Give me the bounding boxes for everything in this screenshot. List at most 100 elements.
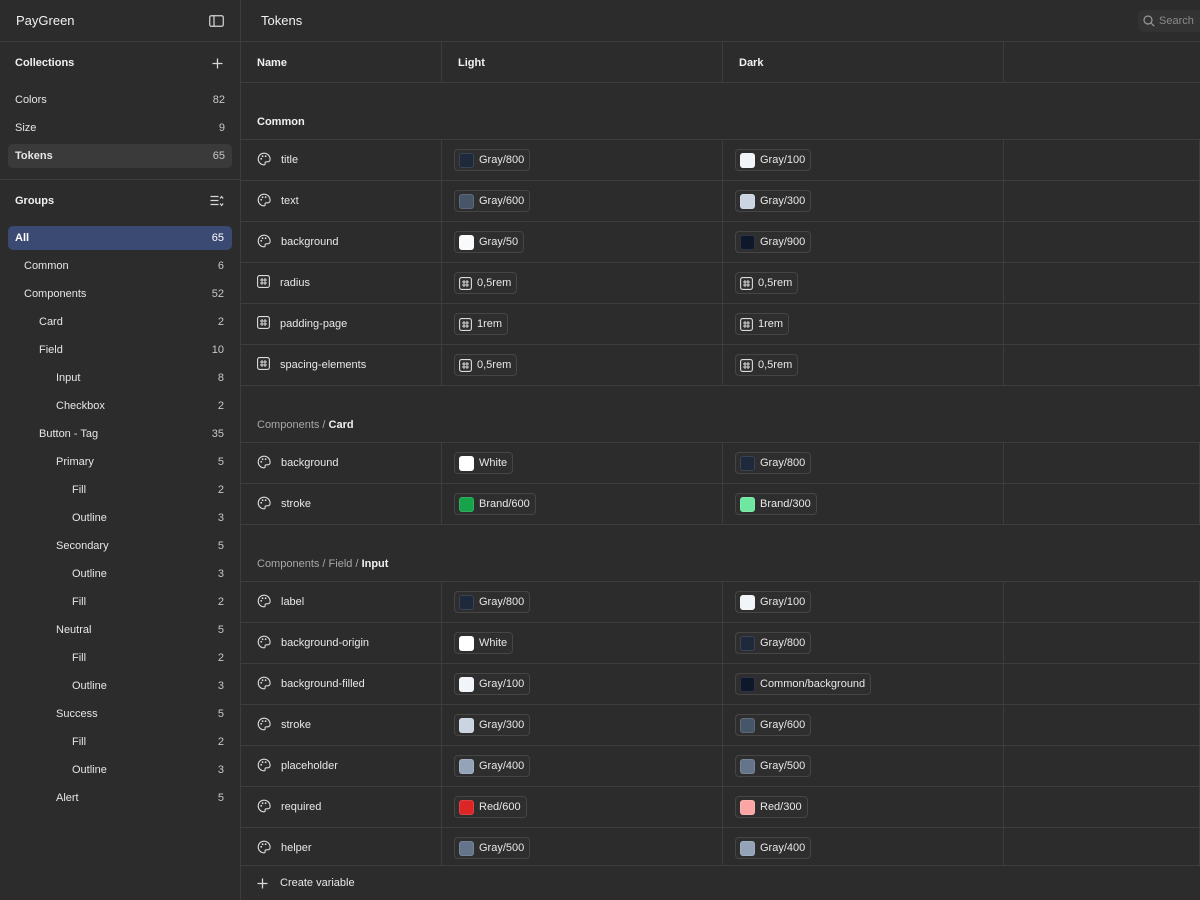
variable-name-cell[interactable]: label: [241, 582, 442, 622]
light-value-cell[interactable]: Gray/800: [442, 582, 723, 622]
variable-name-cell[interactable]: text: [241, 181, 442, 221]
dark-value-cell[interactable]: Gray/800: [723, 443, 1004, 483]
value-chip[interactable]: Gray/500: [735, 755, 812, 777]
value-chip[interactable]: 1rem: [454, 313, 509, 335]
variable-row[interactable]: placeholder Gray/400 Gray/500: [241, 746, 1200, 787]
dark-value-cell[interactable]: Gray/400: [723, 828, 1004, 868]
dark-value-cell[interactable]: Common/background: [723, 664, 1004, 704]
dark-value-cell[interactable]: Gray/100: [723, 582, 1004, 622]
light-value-cell[interactable]: Gray/500: [442, 828, 723, 868]
value-chip[interactable]: Brand/300: [735, 493, 817, 515]
value-chip[interactable]: Gray/300: [735, 190, 812, 212]
variable-name-cell[interactable]: background: [241, 222, 442, 262]
light-value-cell[interactable]: White: [442, 443, 723, 483]
variable-name-cell[interactable]: placeholder: [241, 746, 442, 786]
dark-value-cell[interactable]: Brand/300: [723, 484, 1004, 524]
light-value-cell[interactable]: Gray/50: [442, 222, 723, 262]
column-header-dark[interactable]: Dark: [723, 42, 1004, 83]
value-chip[interactable]: 0,5rem: [454, 354, 518, 376]
variable-name-cell[interactable]: padding-page: [241, 304, 442, 344]
group-item-fill[interactable]: Fill 2: [8, 730, 232, 754]
group-item-outline[interactable]: Outline 3: [8, 758, 232, 782]
dark-value-cell[interactable]: Gray/300: [723, 181, 1004, 221]
variable-name-cell[interactable]: required: [241, 787, 442, 827]
variable-row[interactable]: helper Gray/500 Gray/400: [241, 828, 1200, 869]
dark-value-cell[interactable]: Gray/800: [723, 623, 1004, 663]
value-chip[interactable]: Red/600: [454, 796, 527, 818]
group-item-outline[interactable]: Outline 3: [8, 562, 232, 586]
group-item-fill[interactable]: Fill 2: [8, 478, 232, 502]
group-item-input[interactable]: Input 8: [8, 366, 232, 390]
group-item-all[interactable]: All 65: [8, 226, 232, 250]
group-item-fill[interactable]: Fill 2: [8, 590, 232, 614]
value-chip[interactable]: 0,5rem: [735, 354, 799, 376]
value-chip[interactable]: Gray/800: [454, 149, 531, 171]
variable-row[interactable]: title Gray/800 Gray/100: [241, 140, 1200, 181]
variable-name-cell[interactable]: background-filled: [241, 664, 442, 704]
dark-value-cell[interactable]: Red/300: [723, 787, 1004, 827]
light-value-cell[interactable]: Red/600: [442, 787, 723, 827]
value-chip[interactable]: Common/background: [735, 673, 872, 695]
variable-row[interactable]: background White Gray/800: [241, 443, 1200, 484]
light-value-cell[interactable]: 0,5rem: [442, 345, 723, 385]
light-value-cell[interactable]: White: [442, 623, 723, 663]
dark-value-cell[interactable]: 1rem: [723, 304, 1004, 344]
collection-item-size[interactable]: Size 9: [8, 116, 232, 140]
search-box[interactable]: [1138, 9, 1200, 32]
variable-row[interactable]: background-origin White Gray/800: [241, 623, 1200, 664]
value-chip[interactable]: Gray/800: [735, 452, 812, 474]
value-chip[interactable]: Red/300: [735, 796, 808, 818]
value-chip[interactable]: White: [454, 452, 514, 474]
variable-name-cell[interactable]: spacing-elements: [241, 345, 442, 385]
value-chip[interactable]: Brand/600: [454, 493, 536, 515]
value-chip[interactable]: Gray/400: [454, 755, 531, 777]
light-value-cell[interactable]: Brand/600: [442, 484, 723, 524]
group-item-outline[interactable]: Outline 3: [8, 674, 232, 698]
value-chip[interactable]: Gray/800: [735, 632, 812, 654]
variable-row[interactable]: background-filled Gray/100 Common/backgrou…: [241, 664, 1200, 705]
group-item-secondary[interactable]: Secondary 5: [8, 534, 232, 558]
column-header-name[interactable]: Name: [241, 42, 442, 83]
value-chip[interactable]: 0,5rem: [454, 272, 518, 294]
dark-value-cell[interactable]: 0,5rem: [723, 345, 1004, 385]
light-value-cell[interactable]: 1rem: [442, 304, 723, 344]
dark-value-cell[interactable]: Gray/100: [723, 140, 1004, 180]
value-chip[interactable]: Gray/600: [454, 190, 531, 212]
variable-row[interactable]: text Gray/600 Gray/300: [241, 181, 1200, 222]
value-chip[interactable]: Gray/300: [454, 714, 531, 736]
variable-row[interactable]: spacing-elements 0,5rem 0,5rem: [241, 345, 1200, 386]
value-chip[interactable]: Gray/100: [735, 591, 812, 613]
group-item-alert[interactable]: Alert 5: [8, 786, 232, 810]
variable-row[interactable]: required Red/600 Red/300: [241, 787, 1200, 828]
create-variable-button[interactable]: Create variable: [241, 865, 1200, 900]
light-value-cell[interactable]: Gray/400: [442, 746, 723, 786]
group-item-neutral[interactable]: Neutral 5: [8, 618, 232, 642]
collection-item-tokens[interactable]: Tokens 65: [8, 144, 232, 168]
value-chip[interactable]: Gray/900: [735, 231, 812, 253]
light-value-cell[interactable]: Gray/600: [442, 181, 723, 221]
dark-value-cell[interactable]: Gray/500: [723, 746, 1004, 786]
group-item-checkbox[interactable]: Checkbox 2: [8, 394, 232, 418]
variable-name-cell[interactable]: radius: [241, 263, 442, 303]
collection-item-colors[interactable]: Colors 82: [8, 88, 232, 112]
dark-value-cell[interactable]: Gray/900: [723, 222, 1004, 262]
value-chip[interactable]: Gray/100: [735, 149, 812, 171]
variable-row[interactable]: background Gray/50 Gray/900: [241, 222, 1200, 263]
value-chip[interactable]: Gray/50: [454, 231, 525, 253]
value-chip[interactable]: Gray/800: [454, 591, 531, 613]
column-header-light[interactable]: Light: [442, 42, 723, 83]
variable-name-cell[interactable]: background-origin: [241, 623, 442, 663]
value-chip[interactable]: Gray/100: [454, 673, 531, 695]
group-item-button-tag[interactable]: Button - Tag 35: [8, 422, 232, 446]
light-value-cell[interactable]: 0,5rem: [442, 263, 723, 303]
variable-row[interactable]: padding-page 1rem 1rem: [241, 304, 1200, 345]
variable-name-cell[interactable]: title: [241, 140, 442, 180]
variable-row[interactable]: stroke Gray/300 Gray/600: [241, 705, 1200, 746]
variable-name-cell[interactable]: stroke: [241, 484, 442, 524]
value-chip[interactable]: 1rem: [735, 313, 790, 335]
value-chip[interactable]: Gray/600: [735, 714, 812, 736]
light-value-cell[interactable]: Gray/300: [442, 705, 723, 745]
variable-name-cell[interactable]: helper: [241, 828, 442, 868]
variable-name-cell[interactable]: stroke: [241, 705, 442, 745]
group-item-outline[interactable]: Outline 3: [8, 506, 232, 530]
